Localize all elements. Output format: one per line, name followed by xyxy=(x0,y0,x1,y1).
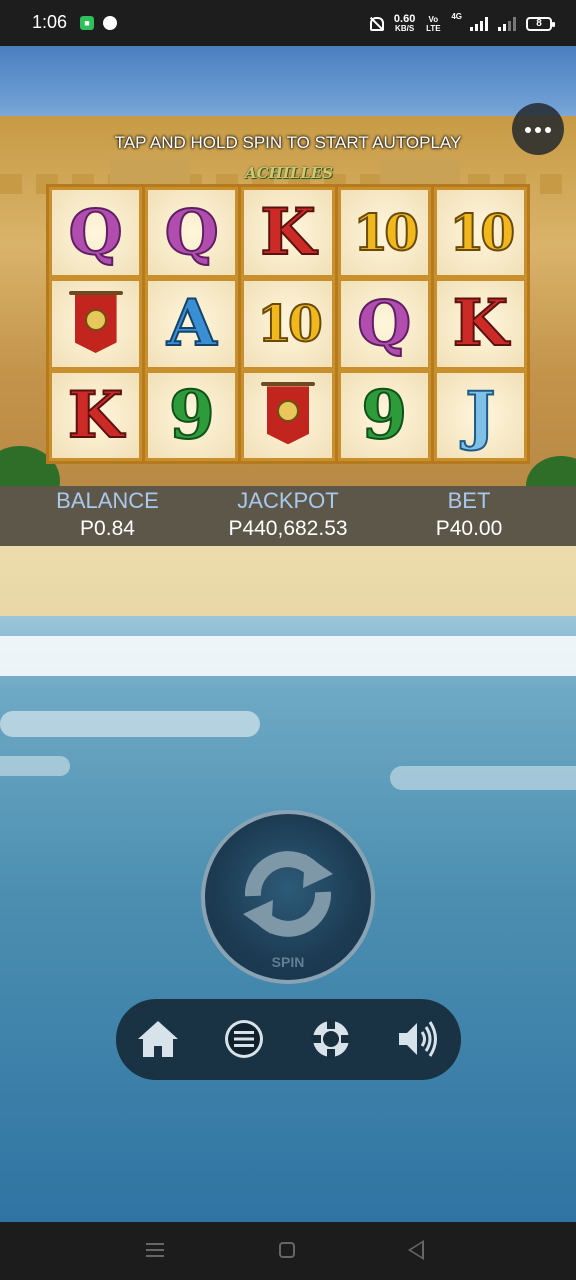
reel-cell: K xyxy=(52,372,140,458)
back-icon[interactable] xyxy=(408,1240,424,1260)
volte-indicator: Vo LTE xyxy=(426,15,441,33)
info-bar: BALANCE P0.84 JACKPOT P440,682.53 BET P4… xyxy=(0,486,576,546)
bet-group[interactable]: BET P40.00 xyxy=(418,486,520,541)
network-type: 4G xyxy=(451,12,462,21)
reel-cell: 9 xyxy=(340,372,428,458)
home-nav-icon[interactable] xyxy=(279,1242,295,1258)
reels: Q K Q A 9 K 10 10 Q 9 10 K J xyxy=(46,184,530,464)
sound-button[interactable] xyxy=(391,1013,443,1065)
app-notification-icon: ■ xyxy=(80,16,94,30)
network-speed: 0.60 KB/S xyxy=(394,14,415,34)
bet-value: P40.00 xyxy=(435,517,503,540)
status-indicators: 0.60 KB/S Vo LTE 4G 8 xyxy=(369,12,555,36)
mute-bell-icon xyxy=(369,17,384,31)
symbol-k: K xyxy=(67,377,125,454)
symbol-q: Q xyxy=(68,195,124,270)
autoplay-hint: TAP AND HOLD SPIN TO START AUTOPLAY xyxy=(114,133,462,152)
signal-2-icon xyxy=(498,17,516,31)
reel-2: Q A 9 xyxy=(145,187,242,461)
symbol-q: Q xyxy=(356,286,412,361)
reel-cell: 9 xyxy=(148,372,236,458)
jackpot-value: P440,682.53 xyxy=(228,517,348,540)
symbol-10: 10 xyxy=(256,293,324,354)
symbol-9: 9 xyxy=(168,375,216,455)
home-button[interactable] xyxy=(132,1013,184,1065)
more-options-button[interactable] xyxy=(512,103,564,155)
home-icon xyxy=(138,1021,178,1057)
reel-cell xyxy=(52,281,140,367)
help-icon xyxy=(311,1019,351,1059)
symbol-k: K xyxy=(452,285,510,362)
banner-symbol-icon xyxy=(259,380,317,450)
symbol-a: A xyxy=(166,285,218,362)
reel-cell: Q xyxy=(340,281,428,367)
reel-cell: 10 xyxy=(436,190,525,276)
balance-group: BALANCE P0.84 xyxy=(40,486,175,541)
battery-icon: 8 xyxy=(526,17,555,31)
reel-1: Q K xyxy=(49,187,146,461)
help-button[interactable] xyxy=(305,1013,357,1065)
sound-icon xyxy=(399,1021,437,1057)
reel-cell: A xyxy=(148,281,236,367)
reel-cell: Q xyxy=(52,190,140,276)
messenger-icon xyxy=(103,16,117,30)
banner-symbol-icon xyxy=(67,289,125,359)
jackpot-label: JACKPOT xyxy=(237,488,339,513)
reel-cell: Q xyxy=(148,190,236,276)
reel-cell: K xyxy=(436,281,525,367)
status-time: 1:06 xyxy=(32,12,68,32)
symbol-j: J xyxy=(464,377,496,454)
reel-3: K 10 xyxy=(241,187,338,461)
reel-4: 10 Q 9 xyxy=(338,187,434,461)
spin-label: SPIN xyxy=(271,954,305,970)
reel-cell: K xyxy=(244,190,332,276)
symbol-k: K xyxy=(259,194,317,271)
speed-unit: KB/S xyxy=(395,24,415,33)
symbol-10: 10 xyxy=(449,202,517,263)
paytable-menu-button[interactable] xyxy=(218,1013,270,1065)
symbol-9: 9 xyxy=(360,375,408,455)
symbol-q: Q xyxy=(164,195,220,270)
reel-cell: J xyxy=(436,372,525,458)
reel-5: 10 K J xyxy=(434,187,527,461)
slot-game: TAP AND HOLD SPIN TO START AUTOPLAY ACHI… xyxy=(0,46,576,1222)
balance-value: P0.84 xyxy=(80,517,135,540)
game-toolbar xyxy=(116,999,461,1080)
reel-cell: 10 xyxy=(244,281,332,367)
reel-cell: 10 xyxy=(340,190,428,276)
signal-icon xyxy=(470,17,488,31)
status-bar: 1:06 ■ 0.60 KB/S Vo LTE 4G 8 xyxy=(0,0,576,46)
spin-arrows-icon xyxy=(243,851,333,937)
recents-icon[interactable] xyxy=(146,1243,164,1257)
game-logo: ACHILLES xyxy=(244,164,334,182)
balance-label: BALANCE xyxy=(56,488,159,513)
bet-label: BET xyxy=(447,488,491,513)
jackpot-group: JACKPOT P440,682.53 xyxy=(208,486,368,541)
reel-cell xyxy=(244,372,332,458)
menu-icon xyxy=(225,1020,263,1058)
spin-button[interactable]: SPIN xyxy=(201,810,375,984)
symbol-10: 10 xyxy=(352,202,420,263)
system-nav-bar xyxy=(0,1222,576,1280)
